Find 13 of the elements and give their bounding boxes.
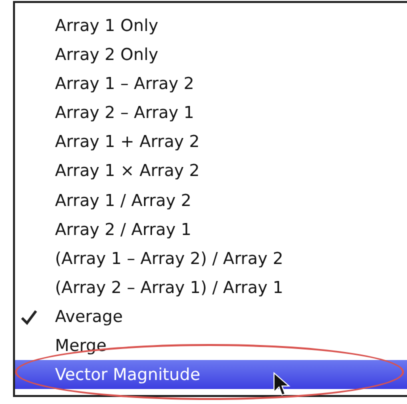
menu-item[interactable]: Array 2 – Array 1: [15, 98, 407, 128]
menu-item[interactable]: Array 1 Only: [15, 11, 407, 40]
menu-item[interactable]: (Array 2 – Array 1) / Array 1: [15, 272, 407, 302]
menu-item[interactable]: Average: [15, 302, 407, 331]
menu-item[interactable]: Merge: [15, 330, 407, 360]
menu-item[interactable]: Array 1 – Array 2: [15, 69, 407, 98]
menu-item[interactable]: Array 2 / Array 1: [15, 214, 407, 244]
menu-item[interactable]: Array 1 / Array 2: [15, 185, 407, 215]
menu-item[interactable]: Array 1 × Array 2: [15, 156, 407, 186]
menu-item[interactable]: Array 1 + Array 2: [15, 127, 407, 156]
menu-item[interactable]: (Array 1 – Array 2) / Array 2: [15, 244, 407, 273]
menu-item[interactable]: Vector Magnitude: [15, 360, 407, 390]
menu-item[interactable]: Array 2 Only: [15, 40, 407, 70]
